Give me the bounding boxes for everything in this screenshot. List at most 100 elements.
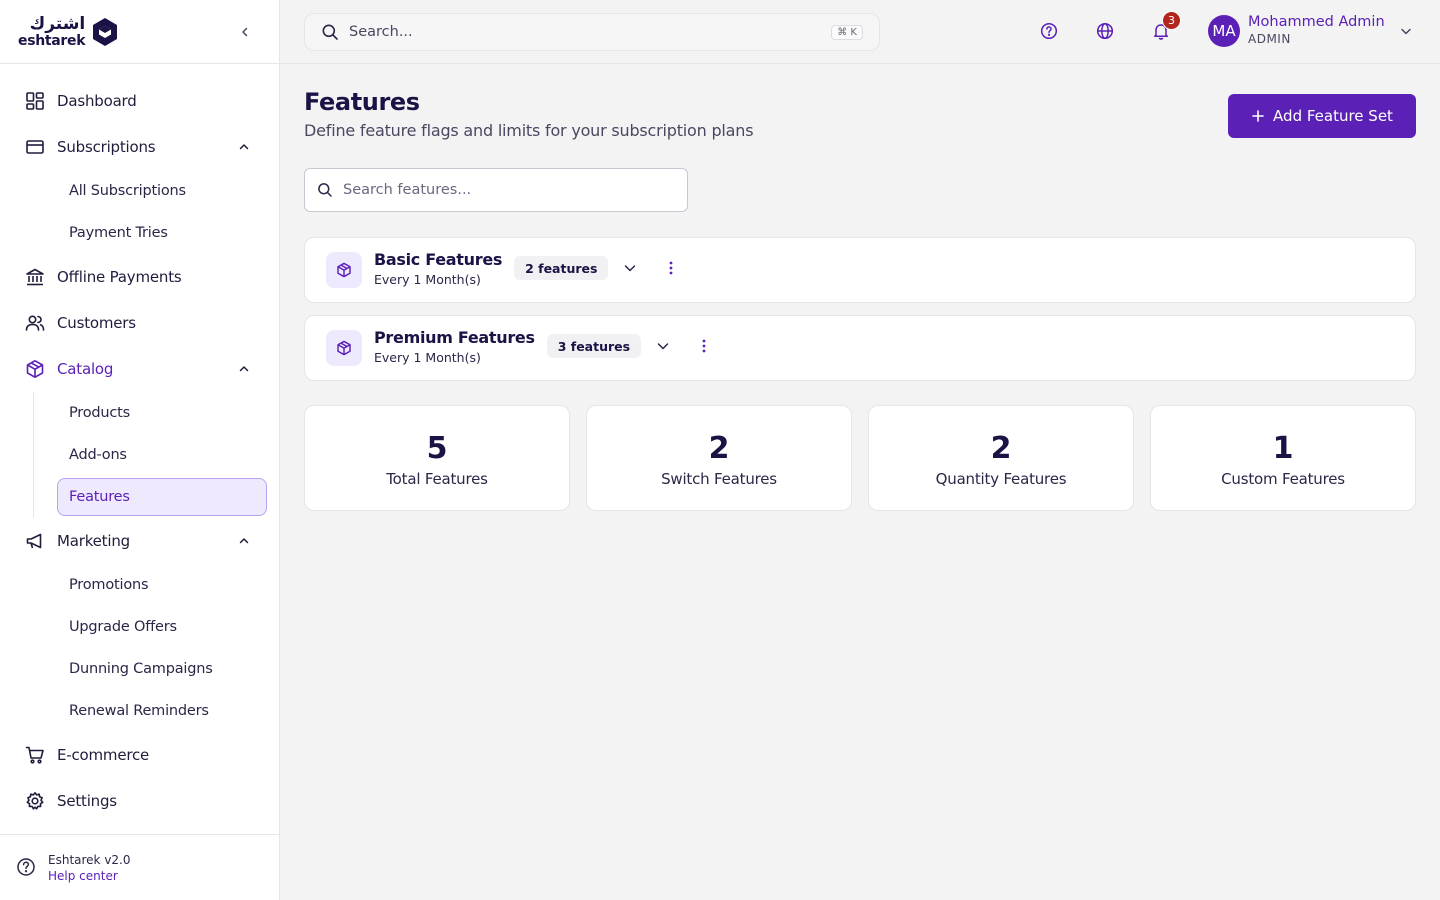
expand-chevron-down-icon[interactable] — [655, 338, 671, 354]
sidebar-item-dashboard[interactable]: Dashboard — [0, 78, 279, 124]
stat-card-switch: 2 Switch Features — [586, 405, 852, 511]
stat-label: Total Features — [386, 470, 488, 488]
chevron-up-icon — [237, 534, 251, 548]
user-menu[interactable]: MA Mohammed Admin ADMIN — [1208, 14, 1413, 48]
catalog-submenu: Products Add-ons Features — [0, 392, 279, 518]
sidebar-nav: Dashboard Subscriptions All Subscription… — [0, 64, 279, 824]
more-options-icon[interactable] — [696, 338, 712, 354]
notifications-button[interactable]: 3 — [1152, 11, 1181, 40]
sidebar-item-offline-payments[interactable]: Offline Payments — [0, 254, 279, 300]
sidebar-item-add-ons[interactable]: Add-ons — [0, 434, 279, 476]
stat-card-custom: 1 Custom Features — [1150, 405, 1416, 511]
stat-label: Switch Features — [661, 470, 777, 488]
sidebar-item-label: Offline Payments — [57, 268, 182, 286]
logo-mark-icon — [93, 17, 118, 46]
collapse-sidebar-button[interactable] — [235, 22, 255, 42]
sidebar-item-label: Dashboard — [57, 92, 137, 110]
help-button[interactable] — [1040, 22, 1058, 40]
search-icon — [317, 182, 333, 198]
help-circle-icon — [1040, 22, 1058, 40]
global-search-input[interactable]: Search... ⌘ K — [304, 13, 880, 51]
stat-label: Custom Features — [1221, 470, 1345, 488]
sidebar: اشترك eshtarek Dashboard Subscriptions A… — [0, 0, 280, 900]
sidebar-item-label: Promotions — [69, 577, 149, 593]
bank-icon — [24, 266, 46, 288]
sidebar-item-payment-tries[interactable]: Payment Tries — [0, 212, 279, 254]
dashboard-grid-icon — [24, 90, 46, 112]
feature-stats: 5 Total Features 2 Switch Features 2 Qua… — [304, 405, 1416, 511]
stat-value: 2 — [990, 431, 1012, 466]
logo[interactable]: اشترك eshtarek — [18, 13, 119, 48]
gear-icon — [24, 790, 46, 812]
package-icon — [326, 330, 362, 366]
chevron-up-icon — [237, 362, 251, 376]
topbar: Search... ⌘ K 3 MA Mohammed Admin ADMIN — [280, 0, 1440, 64]
sidebar-item-all-subscriptions[interactable]: All Subscriptions — [0, 170, 279, 212]
search-placeholder: Search... — [349, 24, 413, 40]
sidebar-item-label: Customers — [57, 314, 136, 332]
submenu-guide-line — [33, 392, 34, 518]
more-options-icon[interactable] — [663, 260, 679, 276]
sidebar-item-subscriptions[interactable]: Subscriptions — [0, 124, 279, 170]
app-version: Eshtarek v2.0 — [48, 852, 131, 867]
sidebar-item-label: Dunning Campaigns — [69, 661, 213, 677]
logo-arabic-text: اشترك — [29, 13, 86, 34]
sidebar-item-promotions[interactable]: Promotions — [0, 564, 279, 606]
sidebar-item-settings[interactable]: Settings — [0, 778, 279, 824]
help-center-link[interactable]: Help center — [48, 868, 131, 884]
feature-set-name: Premium Features — [374, 328, 535, 347]
sidebar-item-catalog[interactable]: Catalog — [0, 346, 279, 392]
sidebar-item-features[interactable]: Features — [0, 476, 279, 518]
plus-icon — [1252, 110, 1264, 122]
users-icon — [24, 312, 46, 334]
megaphone-icon — [24, 530, 46, 552]
sidebar-item-dunning-campaigns[interactable]: Dunning Campaigns — [0, 648, 279, 690]
feature-set-card[interactable]: Premium Features Every 1 Month(s) 3 feat… — [304, 315, 1416, 381]
sidebar-item-label: Products — [69, 405, 131, 421]
chevron-down-icon — [1399, 24, 1413, 38]
selected-item-highlight: Features — [57, 478, 267, 516]
sidebar-item-label: Renewal Reminders — [69, 703, 209, 719]
sidebar-item-label: Features — [69, 489, 130, 505]
feature-set-card[interactable]: Basic Features Every 1 Month(s) 2 featur… — [304, 237, 1416, 303]
avatar: MA — [1208, 15, 1240, 47]
sidebar-item-upgrade-offers[interactable]: Upgrade Offers — [0, 606, 279, 648]
sidebar-item-label: Marketing — [57, 532, 130, 550]
package-icon — [24, 358, 46, 380]
globe-icon — [1096, 22, 1114, 40]
brand-header: اشترك eshtarek — [0, 0, 279, 64]
user-role: ADMIN — [1248, 32, 1291, 46]
sidebar-item-marketing[interactable]: Marketing — [0, 518, 279, 564]
sidebar-item-ecommerce[interactable]: E-commerce — [0, 732, 279, 778]
sidebar-item-renewal-reminders[interactable]: Renewal Reminders — [0, 690, 279, 732]
sidebar-item-label: Catalog — [57, 360, 114, 378]
stat-label: Quantity Features — [935, 470, 1067, 488]
sidebar-footer: Eshtarek v2.0 Help center — [0, 834, 279, 900]
feature-count-badge: 3 features — [546, 334, 642, 358]
feature-search-input[interactable] — [343, 182, 675, 198]
sidebar-item-products[interactable]: Products — [0, 392, 279, 434]
credit-card-icon — [24, 136, 46, 158]
add-feature-set-label: Add Feature Set — [1273, 107, 1393, 125]
sidebar-item-customers[interactable]: Customers — [0, 300, 279, 346]
stat-value: 1 — [1272, 431, 1294, 466]
stat-value: 5 — [426, 431, 448, 466]
sidebar-item-label: Payment Tries — [69, 225, 168, 241]
sidebar-item-label: E-commerce — [57, 746, 150, 764]
feature-set-name: Basic Features — [374, 250, 503, 269]
feature-set-period: Every 1 Month(s) — [374, 350, 481, 365]
stat-value: 2 — [708, 431, 730, 466]
expand-chevron-down-icon[interactable] — [622, 260, 638, 276]
language-button[interactable] — [1096, 22, 1114, 40]
add-feature-set-button[interactable]: Add Feature Set — [1228, 94, 1416, 138]
shopping-cart-icon — [24, 744, 46, 766]
help-circle-icon — [16, 857, 38, 879]
search-icon — [321, 23, 339, 41]
package-icon — [326, 252, 362, 288]
sidebar-item-label: Subscriptions — [57, 138, 156, 156]
sidebar-item-label: Add-ons — [69, 447, 127, 463]
sidebar-item-label: Settings — [57, 792, 117, 810]
marketing-submenu: Promotions Upgrade Offers Dunning Campai… — [0, 564, 279, 732]
page-subtitle: Define feature flags and limits for your… — [304, 121, 754, 140]
sidebar-item-label: Upgrade Offers — [69, 619, 177, 635]
